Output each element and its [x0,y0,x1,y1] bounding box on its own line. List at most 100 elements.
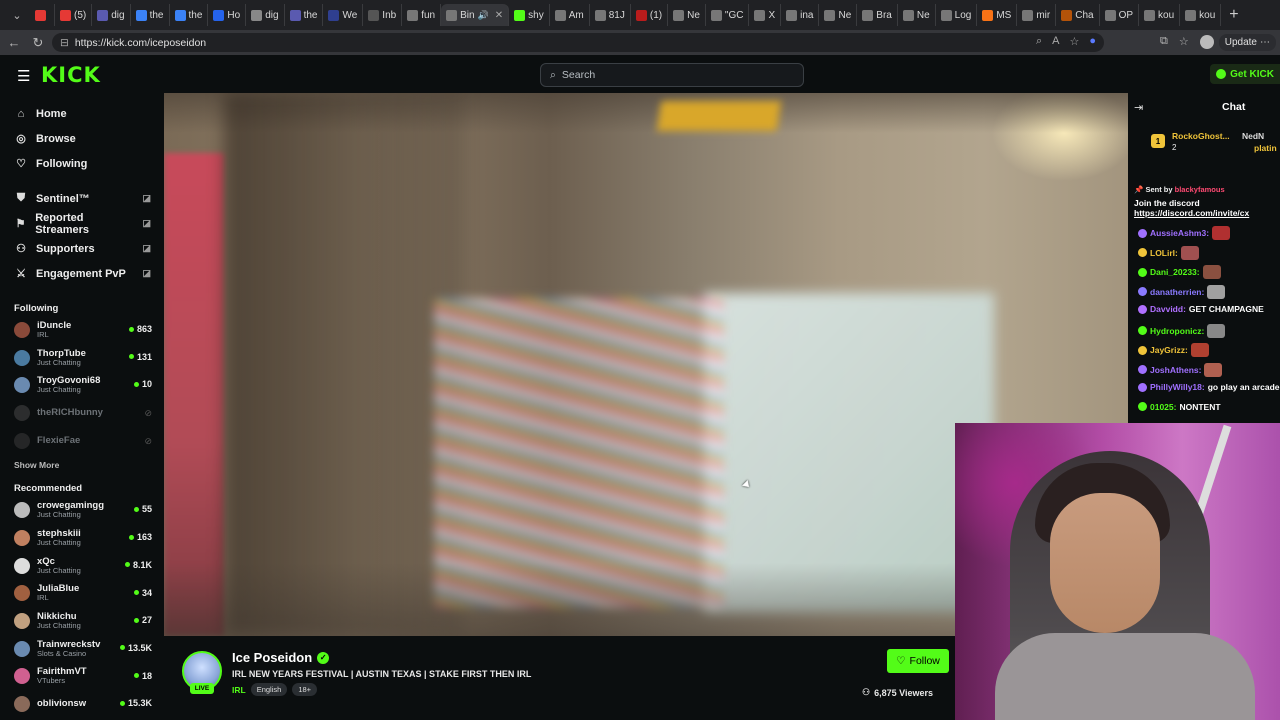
browser-tab[interactable]: the [170,4,209,26]
favorites-icon[interactable]: ☆ [1179,35,1189,49]
chat-username[interactable]: LOLirl: [1150,248,1178,258]
tag-mature[interactable]: 18+ [292,683,318,696]
browser-tab[interactable]: Bra [857,4,898,26]
sidebar-channel[interactable]: oblivionsw 15.3K [0,690,163,718]
browser-tab[interactable]: Cha [1056,4,1100,26]
search-input[interactable]: ⌕ Search [540,63,804,87]
sidebar-channel[interactable]: FairithmVT VTubers 18 [0,663,163,691]
browser-tab[interactable]: shy [509,4,550,26]
follow-button[interactable]: ♡ Follow [887,649,949,673]
chat-username[interactable]: Hydroponicz: [1150,326,1204,336]
sidebar-channel[interactable]: JuliaBlue IRL 34 [0,580,163,608]
profile-icon[interactable] [1199,35,1214,49]
browser-tab[interactable]: Inb [363,4,403,26]
hamburger-menu-icon[interactable]: ☰ [17,67,30,85]
kick-logo[interactable]: KICK [41,63,101,87]
sidebar-nav-item[interactable]: ⌂ Home [0,101,163,126]
browser-tab[interactable]: fun [402,4,442,26]
update-button[interactable]: Update ⋯ [1218,34,1276,51]
browser-tab[interactable]: ina [781,4,820,26]
sidebar-channel[interactable]: iDuncle IRL 863 [0,316,163,344]
split-screen-icon[interactable]: ⧉ [1160,35,1168,49]
category-link[interactable]: IRL [232,685,246,695]
extension-popout-icon[interactable]: ◪ [142,193,151,204]
channel-name: oblivionsw [37,698,87,710]
chat-username[interactable]: PhillyWilly18: [1150,382,1205,392]
sidebar-channel[interactable]: Trainwreckstv Slots & Casino 13.5K [0,635,163,663]
second-gifter-badge: platin [1254,143,1277,153]
extension-icon[interactable]: ● [1089,35,1096,48]
browser-tab[interactable]: "GC [706,4,750,26]
sidebar-nav-item[interactable]: ⛊ Sentinel™ ◪ [0,186,163,211]
sidebar-nav-item[interactable]: ♡ Following [0,151,163,176]
browser-tab[interactable]: Ne [898,4,936,26]
sidebar-nav-item[interactable]: ⚔ Engagement PvP ◪ [0,261,163,286]
second-gifter-name[interactable]: NedN [1242,131,1264,141]
sidebar-channel[interactable]: crowegamingg Just Chatting 55 [0,496,163,524]
streamer-name[interactable]: Ice Poseidon [232,650,312,665]
chat-username[interactable]: Davvidd: [1150,304,1186,314]
sidebar-nav-item[interactable]: ⚑ Reported Streamers ◪ [0,211,163,236]
browser-tab[interactable]: OP [1100,4,1140,26]
tag-language[interactable]: English [250,683,288,696]
collapse-chat-icon[interactable]: ⇥ [1134,101,1143,114]
browser-tab[interactable]: X [749,4,782,26]
browser-tab[interactable] [30,4,55,26]
sidebar-channel[interactable]: xQc Just Chatting 8.1K [0,552,163,580]
sidebar-channel[interactable]: TroyGovoni68 Just Chatting 10 [0,371,163,399]
browser-tab[interactable]: Am [550,4,590,26]
tab-search-chevron-icon[interactable]: ⌄ [4,4,30,26]
browser-tab[interactable]: Log [936,4,978,26]
browser-tab[interactable]: We [323,4,364,26]
tab-close-icon[interactable]: ✕ [495,10,503,21]
sidebar-channel[interactable]: FlexieFae ⊘ [0,427,163,455]
heart-icon: ♡ [16,158,26,170]
top-gifter-name[interactable]: RockoGhost... [1172,131,1230,141]
chat-username[interactable]: 01025: [1150,402,1176,412]
chat-username[interactable]: Dani_20233: [1150,267,1200,277]
browser-tab[interactable]: mir [1017,4,1057,26]
chat-username[interactable]: JoshAthens: [1150,365,1201,375]
browser-tab[interactable]: dig [246,4,285,26]
browser-tab[interactable]: Bin 🔊 ✕ [441,4,510,26]
pinned-discord-link[interactable]: https://discord.com/invite/cx [1134,208,1280,218]
url-bar[interactable]: ⊟ https://kick.com/iceposeidon ⌕ A ☆ ● [52,33,1104,52]
browser-tab[interactable]: the [131,4,170,26]
browser-tab[interactable]: kou [1180,4,1222,26]
pinned-sender[interactable]: blackyfamous [1175,185,1225,194]
read-aloud-icon[interactable]: A [1052,35,1059,48]
extension-popout-icon[interactable]: ◪ [142,218,151,229]
browser-tab[interactable]: kou [1139,4,1181,26]
browser-tab[interactable]: Ne [668,4,706,26]
sidebar-channel[interactable]: Nikkichu Just Chatting 27 [0,607,163,635]
new-tab-icon[interactable]: + [1229,6,1238,24]
browser-tab[interactable]: 81J [590,4,631,26]
zoom-icon[interactable]: ⌕ [1036,35,1042,48]
sidebar-channel[interactable]: ThorpTube Just Chatting 131 [0,344,163,372]
browser-tab[interactable]: Ne [819,4,858,26]
chat-username[interactable]: AussieAshm3: [1150,228,1209,238]
sidebar-nav-item[interactable]: ⚇ Supporters ◪ [0,236,163,261]
browser-tab[interactable]: Ho [208,4,247,26]
sidebar-channel[interactable]: theRICHbunny ⊘ [0,399,163,427]
browser-tab[interactable]: MS [977,4,1018,26]
viewer-count-text: 27 [141,615,152,626]
browser-tab[interactable]: the [285,4,324,26]
browser-tab[interactable]: dig [92,4,131,26]
browser-tab[interactable]: (5) [55,4,93,26]
extension-popout-icon[interactable]: ◪ [142,243,151,254]
show-more-button[interactable]: Show More [0,454,163,476]
sidebar-nav-item[interactable]: ◎ Browse [0,126,163,151]
sidebar-channel[interactable]: stephskiii Just Chatting 163 [0,524,163,552]
extension-popout-icon[interactable]: ◪ [142,268,151,279]
site-info-icon[interactable]: ⊟ [60,37,69,49]
chat-username[interactable]: JayGrizz: [1150,345,1188,355]
bookmark-star-icon[interactable]: ☆ [1069,35,1079,48]
sidebar-nav-label: Reported Streamers [35,211,90,236]
get-kick-button[interactable]: Get KICK [1210,64,1280,84]
chat-username[interactable]: danatherrien: [1150,287,1204,297]
tab-audio-icon[interactable]: 🔊 [478,10,489,21]
reload-icon[interactable]: ↻ [26,35,50,51]
back-icon[interactable]: ← [2,35,26,50]
browser-tab[interactable]: (1) [631,4,669,26]
